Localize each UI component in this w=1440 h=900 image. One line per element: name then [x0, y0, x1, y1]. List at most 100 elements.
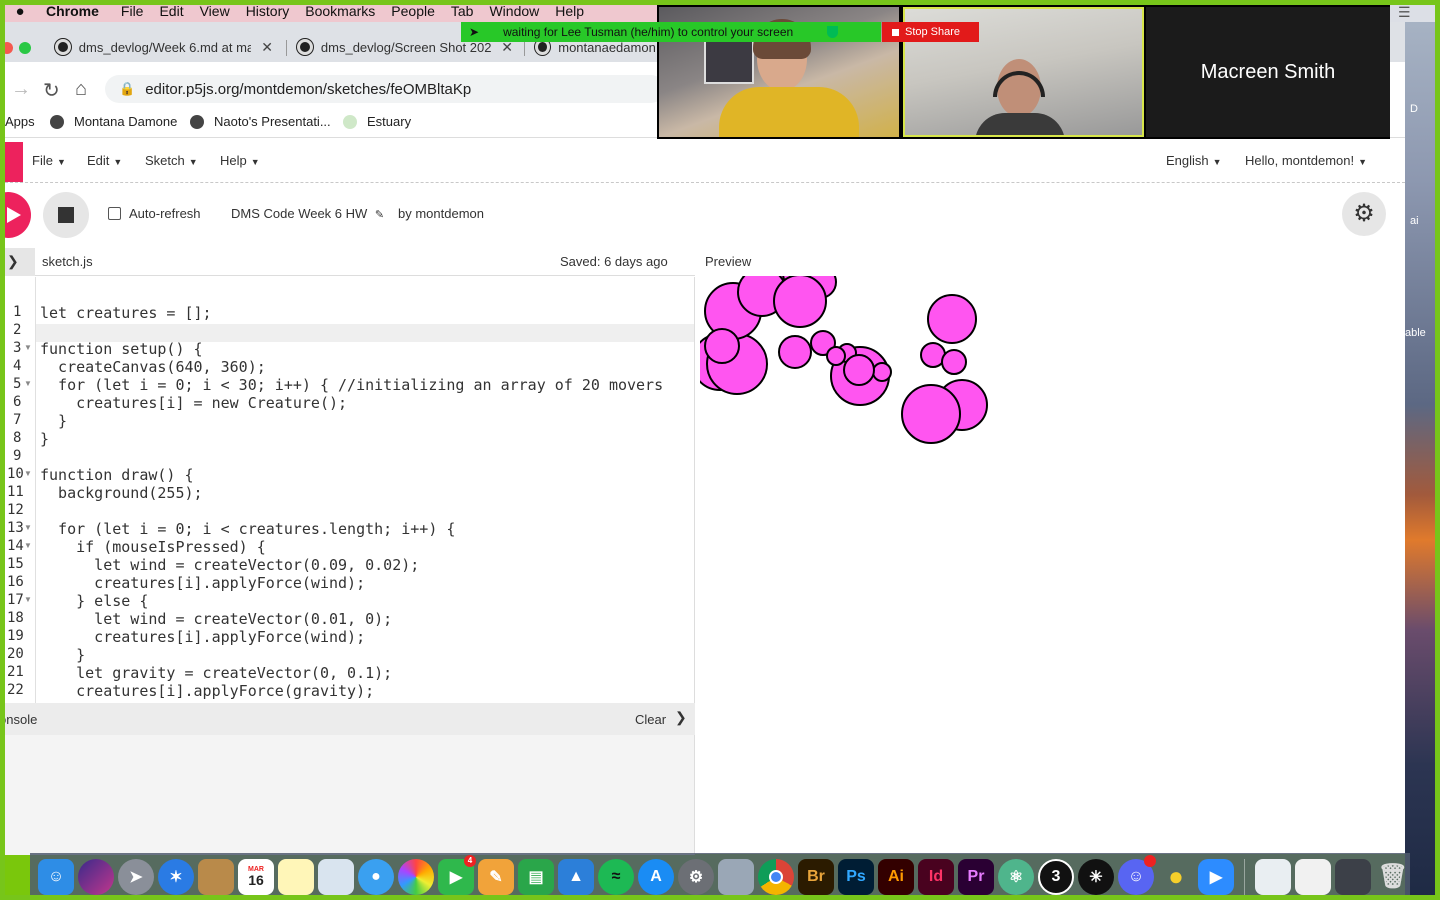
bookmark-naoto[interactable]: Naoto's Presentati...	[190, 114, 331, 129]
code-line[interactable]: creatures[i].applyForce(wind);	[40, 574, 365, 592]
pages-icon[interactable]: ✎	[478, 858, 514, 895]
discord-icon[interactable]: ☺	[1118, 854, 1156, 895]
auto-refresh-toggle[interactable]: Auto-refresh	[108, 206, 201, 221]
code-line[interactable]: createCanvas(640, 360);	[40, 358, 266, 376]
code-line[interactable]: background(255);	[40, 484, 203, 502]
pencil-icon[interactable]: ✎	[375, 209, 384, 221]
code-line[interactable]: creatures[i].applyForce(gravity);	[40, 682, 374, 700]
code-line[interactable]: creatures[i] = new Creature();	[40, 394, 347, 412]
documents-icon[interactable]	[1295, 858, 1331, 895]
nav-menu-file[interactable]: File ▼	[32, 153, 66, 168]
user-menu[interactable]: Hello, montdemon! ▼	[1245, 153, 1367, 168]
p3-icon[interactable]: 3	[1038, 858, 1074, 895]
nav-menu-edit[interactable]: Edit ▼	[87, 153, 122, 168]
code-line[interactable]: let creatures = [];	[40, 304, 212, 322]
code-line[interactable]: function setup() {	[40, 340, 203, 358]
code-line[interactable]: for (let i = 0; i < 30; i++) { //initial…	[40, 376, 663, 394]
safari-icon[interactable]: ✶	[158, 858, 194, 895]
menubar-item-edit[interactable]: Edit	[151, 3, 191, 19]
chevron-down-icon[interactable]: ❯	[675, 709, 687, 726]
play-button[interactable]	[0, 192, 31, 238]
sketch-owner[interactable]: by montdemon	[398, 206, 484, 221]
code-line[interactable]: }	[40, 430, 49, 448]
code-editor[interactable]: 1 2 3 ▼ 4 5 ▼ 6 7 8 9 10 ▼ 11 12 13 ▼ 14 ▼ 15 16 17 ▼ 18 19 20 21 2…	[5, 277, 695, 703]
p5-logo[interactable]	[5, 142, 23, 182]
zoom-icon[interactable]: ▶	[1198, 858, 1234, 895]
launchpad-icon[interactable]: ➤	[118, 858, 154, 895]
nav-menu-help[interactable]: Help ▼	[220, 153, 260, 168]
sketch-canvas[interactable]	[700, 276, 1340, 636]
cyberduck-icon[interactable]: ●	[1158, 859, 1194, 895]
code-line[interactable]: function draw() {	[40, 466, 194, 484]
keynote-icon[interactable]: ▲	[558, 858, 594, 895]
code-line[interactable]: }	[40, 646, 85, 664]
video-tile-participant-3[interactable]: Macreen Smith	[1146, 7, 1390, 137]
menubar-item-history[interactable]: History	[238, 3, 298, 19]
facetime-icon[interactable]: ▶ 4	[438, 854, 476, 895]
chevron-right-icon[interactable]: ❯	[5, 248, 35, 276]
bridge-icon[interactable]: Br	[798, 858, 834, 895]
spotify-icon[interactable]: ≈	[598, 858, 634, 895]
photoshop-icon[interactable]: Ps	[838, 858, 874, 895]
reload-icon[interactable]: ↻	[43, 78, 60, 103]
finder-icon[interactable]: ☺	[38, 858, 74, 895]
code-line[interactable]: let gravity = createVector(0, 0.1);	[40, 664, 392, 682]
fold-arrow-icon[interactable]: ▼	[24, 595, 32, 604]
trash-icon[interactable]: 🗑	[1375, 859, 1411, 895]
apple-icon[interactable]: ●	[0, 3, 40, 20]
code-line[interactable]: for (let i = 0; i < creatures.length; i+…	[40, 520, 455, 538]
numbers-icon[interactable]: ▤	[518, 858, 554, 895]
tab-week6[interactable]: dms_devlog/Week 6.md at mai ✕	[45, 32, 283, 62]
sketch-name[interactable]: DMS Code Week 6 HW ✎	[231, 206, 384, 221]
preview-icon[interactable]	[318, 858, 354, 895]
menubar-item-file[interactable]: File	[113, 3, 152, 19]
photos-icon[interactable]	[398, 858, 434, 895]
messages-icon[interactable]: ●	[358, 858, 394, 895]
close-tab-icon[interactable]: ✕	[261, 39, 273, 56]
premiere-icon[interactable]: Pr	[958, 858, 994, 895]
atom-icon[interactable]: ⚛	[998, 858, 1034, 895]
menubar-app-name[interactable]: Chrome	[40, 3, 113, 19]
bookmark-estuary[interactable]: Estuary	[343, 114, 411, 129]
code-line[interactable]: creatures[i].applyForce(wind);	[40, 628, 365, 646]
notes-icon[interactable]	[278, 858, 314, 895]
menubar-item-view[interactable]: View	[192, 3, 238, 19]
zoom-window-button[interactable]	[19, 42, 31, 54]
app-store-icon[interactable]: A	[638, 858, 674, 895]
code-line[interactable]: if (mouseIsPressed) {	[40, 538, 266, 556]
bookmark-montana[interactable]: Montana Damone	[50, 114, 177, 129]
system-preferences-icon[interactable]: ⚙	[678, 858, 714, 895]
contacts-icon[interactable]	[198, 858, 234, 895]
menubar-item-bookmarks[interactable]: Bookmarks	[297, 3, 383, 19]
menubar-item-people[interactable]: People	[383, 3, 443, 19]
code-line[interactable]: }	[40, 412, 67, 430]
menubar-item-tab[interactable]: Tab	[443, 3, 482, 19]
address-bar[interactable]: 🔒 editor.p5js.org/montdemon/sketches/feO…	[105, 75, 665, 103]
screenshot-icon[interactable]	[1255, 858, 1291, 895]
home-icon[interactable]: ⌂	[75, 78, 87, 101]
notification-center-icon[interactable]: ☰	[1398, 4, 1411, 21]
nav-menu-sketch[interactable]: Sketch ▼	[145, 153, 198, 168]
siri-icon[interactable]	[78, 858, 114, 895]
calendar-icon[interactable]: MAR 16	[238, 858, 274, 895]
forward-icon[interactable]: →	[11, 78, 31, 101]
settings-gear-icon[interactable]: ⚙	[1342, 192, 1386, 236]
fold-arrow-icon[interactable]: ▼	[24, 523, 32, 532]
menubar-item-help[interactable]: Help	[547, 3, 592, 19]
fold-arrow-icon[interactable]: ▼	[24, 379, 32, 388]
desktop-icon[interactable]	[1335, 858, 1371, 895]
auto-refresh-checkbox[interactable]	[108, 207, 121, 220]
code-line[interactable]: } else {	[40, 592, 148, 610]
indesign-icon[interactable]: Id	[918, 858, 954, 895]
close-window-button[interactable]	[1, 42, 13, 54]
bookmark-apps[interactable]: Apps	[5, 114, 35, 129]
code-line[interactable]: let wind = createVector(0.01, 0);	[40, 610, 392, 628]
fold-arrow-icon[interactable]: ▼	[24, 469, 32, 478]
menubar-item-window[interactable]: Window	[481, 3, 547, 19]
stop-share-button[interactable]: Stop Share	[882, 22, 979, 42]
stop-button[interactable]	[43, 192, 89, 238]
illustrator-icon[interactable]: Ai	[878, 858, 914, 895]
image-capture-icon[interactable]	[718, 858, 754, 895]
clear-console-button[interactable]: Clear	[635, 712, 666, 727]
chrome-icon[interactable]	[758, 858, 794, 895]
